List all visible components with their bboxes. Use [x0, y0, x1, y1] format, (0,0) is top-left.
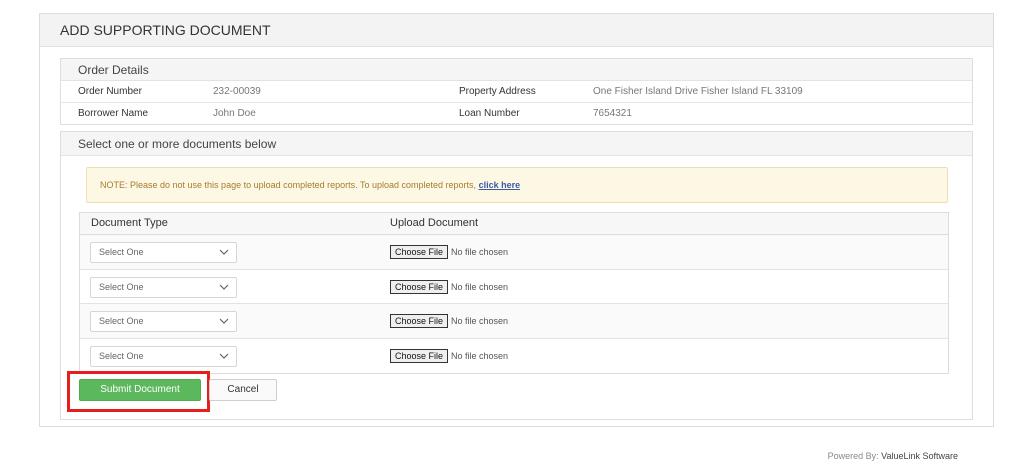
file-status: No file chosen: [451, 247, 509, 257]
documents-section-title: Select one or more documents below: [61, 132, 972, 156]
document-table: Document Type Upload Document Select One…: [79, 212, 949, 374]
file-upload: Choose File No file chosen: [390, 245, 508, 259]
chevron-down-icon: [219, 318, 229, 324]
submit-document-button[interactable]: Submit Document: [79, 379, 201, 401]
order-details-title: Order Details: [61, 59, 972, 81]
chevron-down-icon: [219, 284, 229, 290]
chevron-down-icon: [219, 249, 229, 255]
file-status: No file chosen: [451, 316, 509, 326]
order-details-row: Borrower Name John Doe Loan Number 76543…: [61, 103, 972, 125]
note-text: NOTE: Please do not use this page to upl…: [100, 180, 479, 190]
document-row: Select One Choose File No file chosen: [80, 235, 948, 270]
choose-file-button[interactable]: Choose File: [390, 314, 449, 328]
footer-brand: ValueLink Software: [881, 451, 958, 461]
borrower-name-label: Borrower Name: [78, 108, 149, 119]
document-type-select[interactable]: Select One: [90, 242, 237, 263]
file-status: No file chosen: [451, 350, 509, 361]
chevron-down-icon: [219, 353, 229, 359]
loan-number-label: Loan Number: [459, 108, 520, 119]
file-upload: Choose File No file chosen: [390, 314, 508, 328]
select-value: Select One: [99, 281, 144, 292]
file-upload: Choose File No file chosen: [390, 279, 509, 294]
document-type-select[interactable]: Select One: [90, 311, 237, 332]
document-row: Select One Choose File No file chosen: [80, 339, 948, 374]
document-type-select[interactable]: Select One: [90, 276, 237, 298]
footer-prefix: Powered By:: [827, 451, 882, 461]
file-status: No file chosen: [451, 281, 509, 292]
footer-powered-by: Powered By: ValueLink Software: [828, 451, 958, 461]
choose-file-button[interactable]: Choose File: [390, 245, 449, 259]
choose-file-button[interactable]: Choose File: [390, 348, 449, 363]
order-number-value: 232-00039: [213, 86, 261, 97]
document-table-header: Document Type Upload Document: [80, 213, 948, 235]
borrower-name-value: John Doe: [213, 108, 256, 119]
document-row: Select One Choose File No file chosen: [80, 270, 948, 304]
order-details-section: Order Details Order Number 232-00039 Pro…: [60, 58, 973, 125]
document-type-header: Document Type: [91, 217, 168, 229]
upload-document-header: Upload Document: [390, 217, 479, 229]
add-document-panel: ADD SUPPORTING DOCUMENT Order Details Or…: [39, 13, 994, 427]
loan-number-value: 7654321: [593, 108, 632, 119]
cancel-button[interactable]: Cancel: [209, 379, 277, 401]
select-value: Select One: [99, 316, 144, 326]
document-row: Select One Choose File No file chosen: [80, 304, 948, 339]
property-address-value: One Fisher Island Drive Fisher Island FL…: [593, 86, 803, 97]
document-rows: Select One Choose File No file chosen Sel…: [80, 235, 948, 373]
order-details-row: Order Number 232-00039 Property Address …: [61, 81, 972, 103]
order-number-label: Order Number: [78, 86, 142, 97]
upload-note: NOTE: Please do not use this page to upl…: [86, 167, 948, 203]
panel-title: ADD SUPPORTING DOCUMENT: [40, 14, 993, 47]
documents-section: Select one or more documents below NOTE:…: [60, 131, 973, 420]
property-address-label: Property Address: [459, 86, 536, 97]
file-upload: Choose File No file chosen: [390, 348, 509, 363]
document-type-select[interactable]: Select One: [90, 345, 237, 367]
choose-file-button[interactable]: Choose File: [390, 279, 449, 294]
select-value: Select One: [99, 247, 144, 257]
select-value: Select One: [99, 350, 144, 361]
click-here-link[interactable]: click here: [479, 180, 521, 190]
